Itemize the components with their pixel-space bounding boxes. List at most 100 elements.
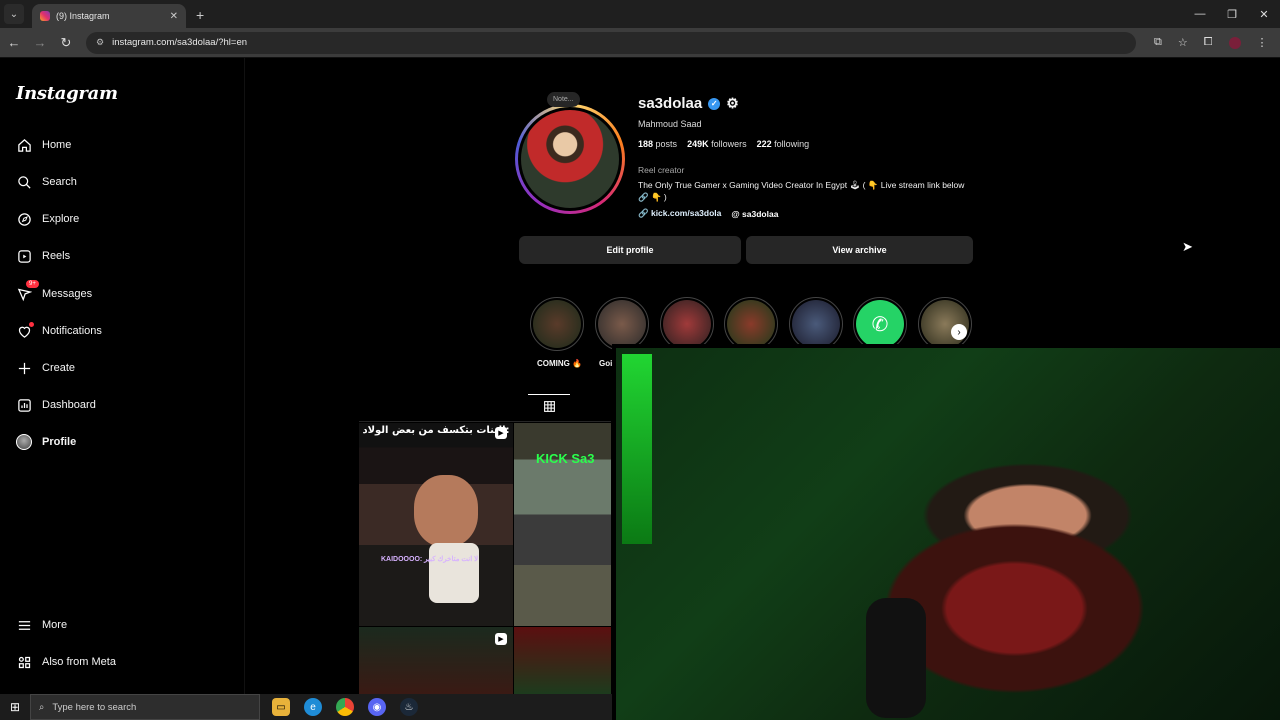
chevron-right-icon[interactable]: › [951, 324, 967, 340]
url-bar[interactable]: ⚙ instagram.com/sa3dolaa/?hl=en [86, 31, 1136, 54]
windows-start-icon[interactable]: ⊞ [0, 700, 30, 714]
minimize-icon[interactable]: — [1184, 0, 1216, 28]
post-image-face [414, 475, 478, 547]
messages-badge: 9+ [26, 280, 39, 288]
sidebar-item-label: Also from Meta [42, 656, 116, 668]
profile-avatar-large[interactable] [515, 104, 625, 214]
following-stat[interactable]: 222 following [757, 139, 810, 149]
profile-bio: The Only True Gamer x Gaming Video Creat… [638, 180, 965, 202]
steam-icon[interactable]: ♨ [400, 698, 418, 716]
followers-stat[interactable]: 249K followers [687, 139, 747, 149]
posts-stat: 188 posts [638, 139, 677, 149]
instagram-logo[interactable]: Instagram [16, 83, 118, 104]
file-explorer-icon[interactable]: ▭ [272, 698, 290, 716]
profile-category: Reel creator [638, 165, 685, 175]
browser-profile-avatar[interactable] [1228, 36, 1241, 49]
link-icon: 🔗 [638, 208, 649, 218]
reels-icon [16, 248, 32, 264]
sidebar-item-label: Dashboard [42, 399, 96, 411]
highlight-label: Goi [599, 359, 613, 368]
sidebar-item-more[interactable]: More [16, 617, 67, 633]
taskbar: ⊞ ⌕ Type here to search ▭ e ◉ ♨ [0, 694, 612, 720]
posts-label: posts [655, 139, 678, 149]
sidebar-item-create[interactable]: Create [16, 360, 75, 376]
address-toolbar: ← → ↻ ⚙ instagram.com/sa3dolaa/?hl=en ⧉ … [0, 28, 1280, 58]
dashboard-icon [16, 397, 32, 413]
sidebar-item-home[interactable]: Home [16, 137, 71, 153]
story-highlight-whatsapp[interactable]: ✆ [853, 297, 907, 351]
chrome-icon[interactable] [336, 698, 354, 716]
tab-posts[interactable] [528, 394, 570, 422]
external-link[interactable]: 🔗 kick.com/sa3dola [638, 208, 721, 219]
story-highlight[interactable] [660, 297, 714, 351]
posts-count: 188 [638, 139, 654, 149]
username-text: sa3dolaa [638, 95, 703, 112]
taskbar-search[interactable]: ⌕ Type here to search [30, 694, 260, 720]
browser-tab[interactable]: (9) Instagram ✕ [32, 4, 186, 28]
sidebar-item-reels[interactable]: Reels [16, 248, 70, 264]
forward-icon[interactable]: → [28, 35, 52, 50]
story-highlight[interactable] [530, 297, 584, 351]
extensions-icon[interactable]: ⧠ [1204, 36, 1213, 49]
story-highlight[interactable] [789, 297, 843, 351]
threads-text: sa3dolaa [742, 208, 779, 219]
followers-count: 249K [687, 139, 709, 149]
sidebar-item-notifications[interactable]: Notifications [16, 322, 102, 339]
sidebar-item-also-from-meta[interactable]: Also from Meta [16, 654, 116, 670]
edit-profile-button[interactable]: Edit profile [519, 236, 741, 264]
profile-stats: 188 posts 249K followers 222 following [638, 139, 809, 149]
site-info-icon[interactable]: ⚙ [96, 37, 104, 48]
reel-icon: ▶ [495, 427, 507, 439]
story-highlight[interactable] [595, 297, 649, 351]
post-thumbnail[interactable]: البنات بتكسف من بعض الولاد: KAIDOOOO: لا… [359, 423, 513, 626]
threads-icon: @ [731, 208, 740, 219]
sidebar-item-label: Create [42, 362, 76, 374]
search-icon [16, 174, 32, 190]
restore-icon[interactable]: ❐ [1216, 0, 1248, 28]
sidebar-item-profile[interactable]: Profile [16, 434, 76, 450]
close-window-icon[interactable]: ✕ [1248, 0, 1280, 28]
notification-dot [29, 322, 34, 327]
sidebar-item-messages[interactable]: 9+ Messages [16, 280, 93, 302]
install-app-icon[interactable]: ⧉ [1154, 36, 1162, 49]
window-controls: — ❐ ✕ [1184, 0, 1280, 28]
view-archive-button[interactable]: View archive [746, 236, 973, 264]
webcam-overlay [612, 344, 1280, 720]
story-highlight[interactable] [918, 297, 972, 351]
settings-gear-icon[interactable]: ⚙ [726, 95, 739, 112]
sidebar-item-dashboard[interactable]: Dashboard [16, 397, 96, 413]
messenger-icon: 9+ [16, 280, 39, 302]
post-thumbnail[interactable]: KICK Sa3 [514, 423, 611, 626]
meta-apps-icon [16, 654, 32, 670]
grid-divider [359, 421, 611, 422]
threads-link[interactable]: @ sa3dolaa [731, 209, 778, 219]
instagram-favicon-icon [40, 11, 50, 21]
close-tab-icon[interactable]: ✕ [170, 11, 178, 22]
following-label: following [774, 139, 810, 149]
edge-icon[interactable]: e [304, 698, 322, 716]
discord-icon[interactable]: ◉ [368, 698, 386, 716]
sidebar-item-search[interactable]: Search [16, 174, 77, 190]
browser-menu-icon[interactable]: ⋮ [1257, 36, 1268, 49]
grid-icon [543, 400, 556, 418]
profile-username: sa3dolaa ✓ ⚙ [638, 95, 739, 112]
sidebar-item-explore[interactable]: Explore [16, 211, 79, 227]
back-icon[interactable]: ← [2, 35, 26, 50]
heart-icon [16, 322, 34, 339]
mouse-cursor-icon: ➤ [1182, 239, 1193, 254]
post-thumbnail[interactable]: ▶ [359, 627, 513, 694]
bookmark-star-icon[interactable]: ☆ [1178, 36, 1188, 49]
note-bubble[interactable]: Note... [547, 92, 580, 107]
verified-badge-icon: ✓ [708, 97, 721, 110]
story-highlight[interactable] [724, 297, 778, 351]
sidebar-item-label: Notifications [42, 325, 102, 337]
sidebar-item-label: More [42, 619, 68, 631]
reload-icon[interactable]: ↻ [54, 35, 78, 51]
neon-sign [622, 354, 652, 544]
sidebar-item-label: Messages [42, 288, 93, 300]
taskbar-search-placeholder: Type here to search [52, 701, 137, 713]
tab-search-icon[interactable]: ⌄ [4, 4, 24, 24]
post-thumbnail[interactable] [514, 627, 611, 694]
full-name: Mahmoud Saad [638, 119, 702, 129]
new-tab-button[interactable]: + [196, 7, 204, 23]
